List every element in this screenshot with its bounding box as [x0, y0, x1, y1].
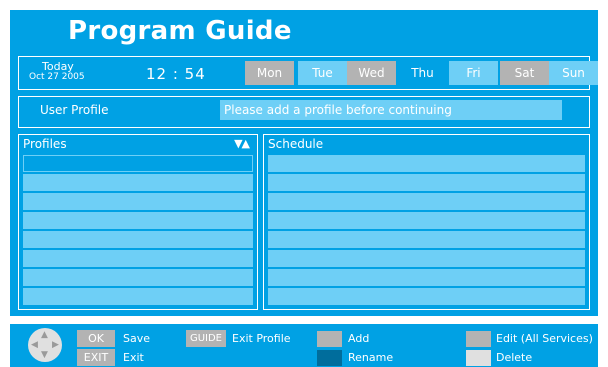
list-item[interactable]	[23, 212, 253, 229]
clock: 12 : 54	[146, 65, 206, 83]
list-item[interactable]	[268, 155, 585, 172]
list-item[interactable]	[268, 269, 585, 286]
sort-arrows-icon[interactable]: ▼▲	[234, 137, 250, 150]
schedule-header: Schedule	[268, 137, 324, 151]
guide-key[interactable]: GUIDE	[186, 330, 226, 347]
add-label: Add	[348, 332, 370, 345]
list-item[interactable]	[268, 174, 585, 191]
list-item[interactable]	[23, 231, 253, 248]
day-tab-thu[interactable]: Thu	[398, 61, 447, 85]
edit-color-key[interactable]	[466, 331, 491, 347]
list-item[interactable]	[23, 155, 253, 172]
day-tab-sat[interactable]: Sat	[500, 61, 549, 85]
rename-color-key[interactable]	[317, 350, 342, 366]
list-item[interactable]	[23, 250, 253, 267]
list-item[interactable]	[268, 250, 585, 267]
add-color-key[interactable]	[317, 331, 342, 347]
user-profile-label: User Profile	[40, 103, 109, 117]
today-date: Oct 27 2005	[29, 72, 85, 82]
list-item[interactable]	[23, 269, 253, 286]
exit-key[interactable]: EXIT	[77, 349, 115, 366]
list-item[interactable]	[23, 288, 253, 305]
list-item[interactable]	[268, 288, 585, 305]
list-item[interactable]	[268, 193, 585, 210]
exit-label: Exit	[123, 351, 144, 364]
program-guide-panel: Program Guide Today Oct 27 2005 12 : 54 …	[10, 10, 598, 316]
delete-color-key[interactable]	[466, 350, 491, 366]
user-profile-bar: User Profile Please add a profile before…	[18, 96, 590, 128]
exit-profile-label: Exit Profile	[232, 332, 291, 345]
ok-key[interactable]: OK	[77, 330, 115, 347]
profiles-list: Profiles ▼▲	[18, 134, 258, 310]
day-tab-tue[interactable]: Tue	[298, 61, 347, 85]
list-item[interactable]	[23, 174, 253, 191]
page-title: Program Guide	[68, 16, 292, 46]
user-profile-field[interactable]: Please add a profile before continuing	[220, 100, 562, 120]
list-item[interactable]	[23, 193, 253, 210]
key-legend-footer: ▲ ▼ ◀ ▶ OK Save EXIT Exit GUIDE Exit Pro…	[10, 324, 598, 367]
day-tab-sun[interactable]: Sun	[549, 61, 598, 85]
delete-label: Delete	[496, 351, 533, 364]
list-item[interactable]	[268, 231, 585, 248]
edit-label: Edit (All Services)	[496, 332, 593, 345]
day-tab-wed[interactable]: Wed	[347, 61, 396, 85]
schedule-list: Schedule	[263, 134, 590, 310]
rename-label: Rename	[348, 351, 394, 364]
day-tab-fri[interactable]: Fri	[449, 61, 498, 85]
list-item[interactable]	[268, 212, 585, 229]
date-bar: Today Oct 27 2005 12 : 54 Mon Tue Wed Th…	[18, 56, 598, 90]
day-tab-mon[interactable]: Mon	[245, 61, 294, 85]
profiles-header: Profiles	[23, 137, 67, 151]
save-label: Save	[123, 332, 151, 345]
dpad-icon: ▲ ▼ ◀ ▶	[28, 328, 62, 362]
